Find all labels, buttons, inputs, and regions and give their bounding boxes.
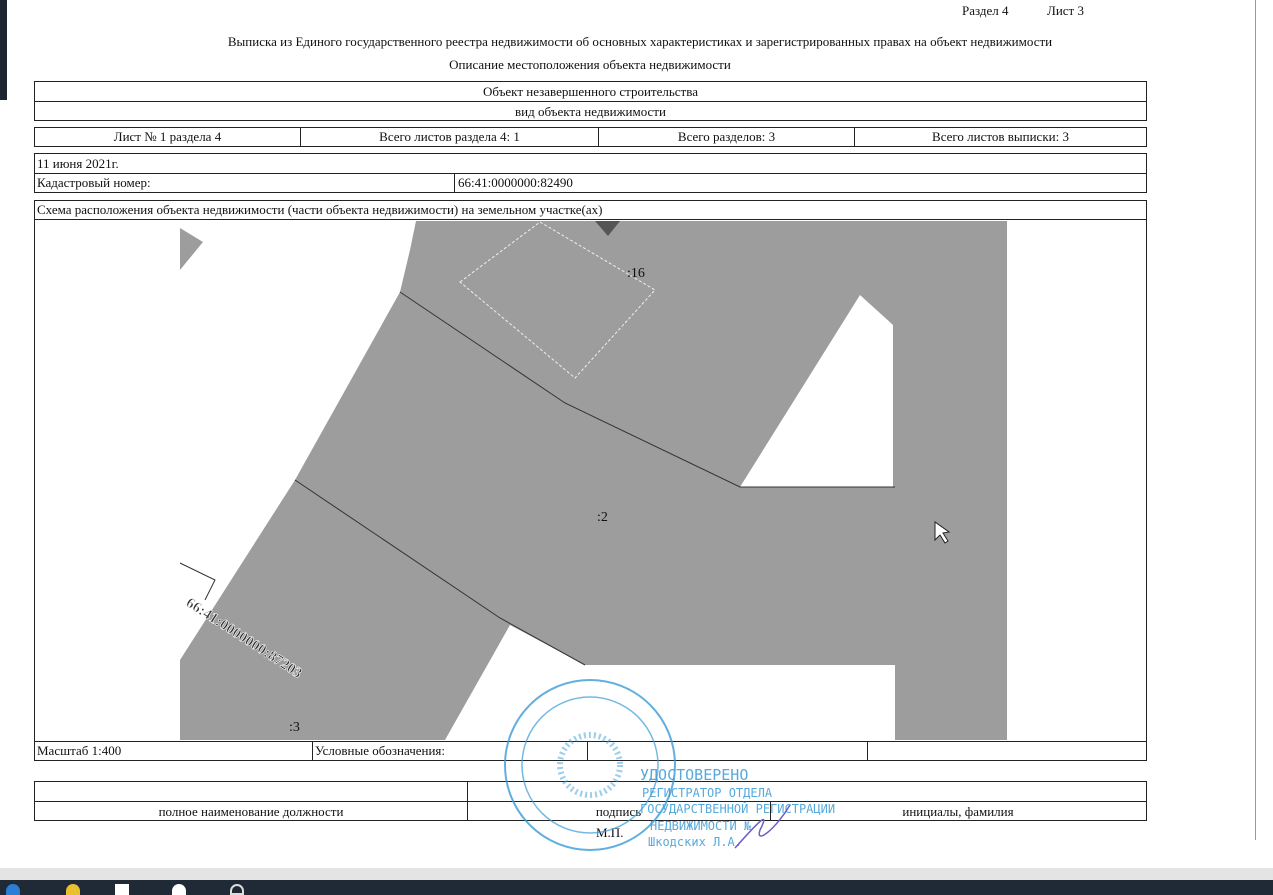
signature-box: полное наименование должности подпись ин… — [34, 781, 1147, 821]
legend-label: Условные обозначения: — [313, 742, 588, 760]
seal-caption: М.П. — [596, 825, 624, 840]
position-caption: полное наименование должности — [158, 804, 344, 819]
label-2: :2 — [597, 510, 608, 525]
document-icon[interactable] — [115, 884, 129, 895]
parcel-corner-fragment — [180, 228, 203, 270]
start-icon[interactable] — [6, 884, 20, 895]
legend-cell — [588, 742, 868, 760]
file-explorer-icon[interactable] — [66, 884, 80, 895]
scale: Масштаб 1:400 — [35, 742, 313, 760]
label-3: :3 — [289, 720, 300, 735]
boundary-line — [179, 562, 216, 601]
scale-row: Масштаб 1:400 Условные обозначения: — [34, 741, 1147, 761]
initials-caption: инициалы, фамилия — [902, 804, 1014, 819]
taskbar — [0, 880, 1273, 895]
viewer-bottom-border — [0, 868, 1273, 880]
browser-icon[interactable] — [172, 884, 186, 895]
label-16: :16 — [627, 266, 645, 281]
signature-caption: подпись — [595, 804, 642, 819]
app-icon[interactable] — [230, 884, 244, 895]
